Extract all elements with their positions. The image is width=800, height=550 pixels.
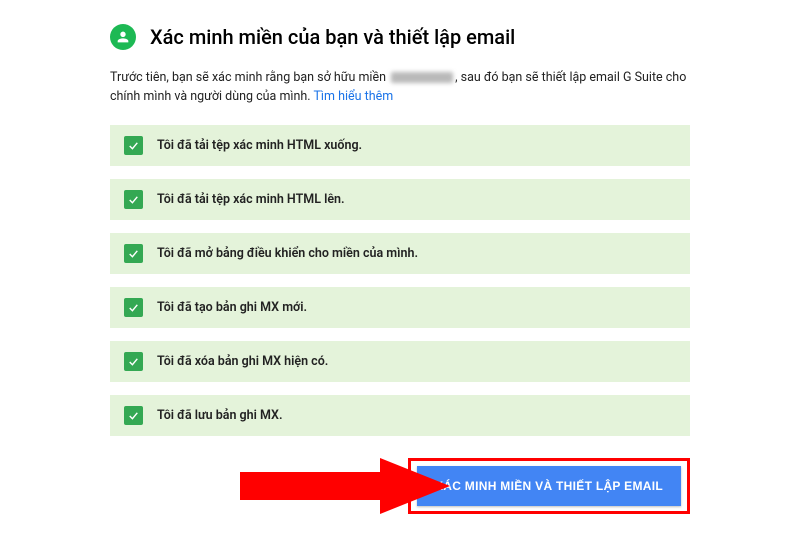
steps-list: Tôi đã tải tệp xác minh HTML xuống. Tôi …: [110, 125, 690, 436]
person-icon: [110, 24, 136, 50]
page-header: Xác minh miền của bạn và thiết lập email: [110, 24, 690, 50]
step-label: Tôi đã tạo bản ghi MX mới.: [157, 300, 307, 315]
redacted-domain: [391, 72, 453, 83]
check-icon: [124, 406, 143, 425]
verify-setup-button[interactable]: XÁC MINH MIỀN VÀ THIẾT LẬP EMAIL: [417, 466, 681, 506]
learn-more-link[interactable]: Tìm hiểu thêm: [313, 89, 393, 104]
intro-pre: Trước tiên, bạn sẽ xác minh rằng bạn sở …: [110, 70, 389, 85]
step-label: Tôi đã tải tệp xác minh HTML xuống.: [157, 138, 362, 153]
check-icon: [124, 190, 143, 209]
list-item: Tôi đã tạo bản ghi MX mới.: [110, 287, 690, 328]
intro-text: Trước tiên, bạn sẽ xác minh rằng bạn sở …: [110, 68, 690, 107]
action-row: XÁC MINH MIỀN VÀ THIẾT LẬP EMAIL: [110, 458, 690, 514]
list-item: Tôi đã tải tệp xác minh HTML xuống.: [110, 125, 690, 166]
check-icon: [124, 352, 143, 371]
step-label: Tôi đã lưu bản ghi MX.: [157, 408, 283, 423]
step-label: Tôi đã mở bảng điều khiển cho miền của m…: [157, 246, 418, 261]
check-icon: [124, 136, 143, 155]
list-item: Tôi đã lưu bản ghi MX.: [110, 395, 690, 436]
step-label: Tôi đã tải tệp xác minh HTML lên.: [157, 192, 345, 207]
highlight-frame: XÁC MINH MIỀN VÀ THIẾT LẬP EMAIL: [408, 458, 690, 514]
list-item: Tôi đã mở bảng điều khiển cho miền của m…: [110, 233, 690, 274]
list-item: Tôi đã tải tệp xác minh HTML lên.: [110, 179, 690, 220]
page-title: Xác minh miền của bạn và thiết lập email: [150, 25, 515, 49]
check-icon: [124, 298, 143, 317]
list-item: Tôi đã xóa bản ghi MX hiện có.: [110, 341, 690, 382]
check-icon: [124, 244, 143, 263]
step-label: Tôi đã xóa bản ghi MX hiện có.: [157, 354, 328, 369]
